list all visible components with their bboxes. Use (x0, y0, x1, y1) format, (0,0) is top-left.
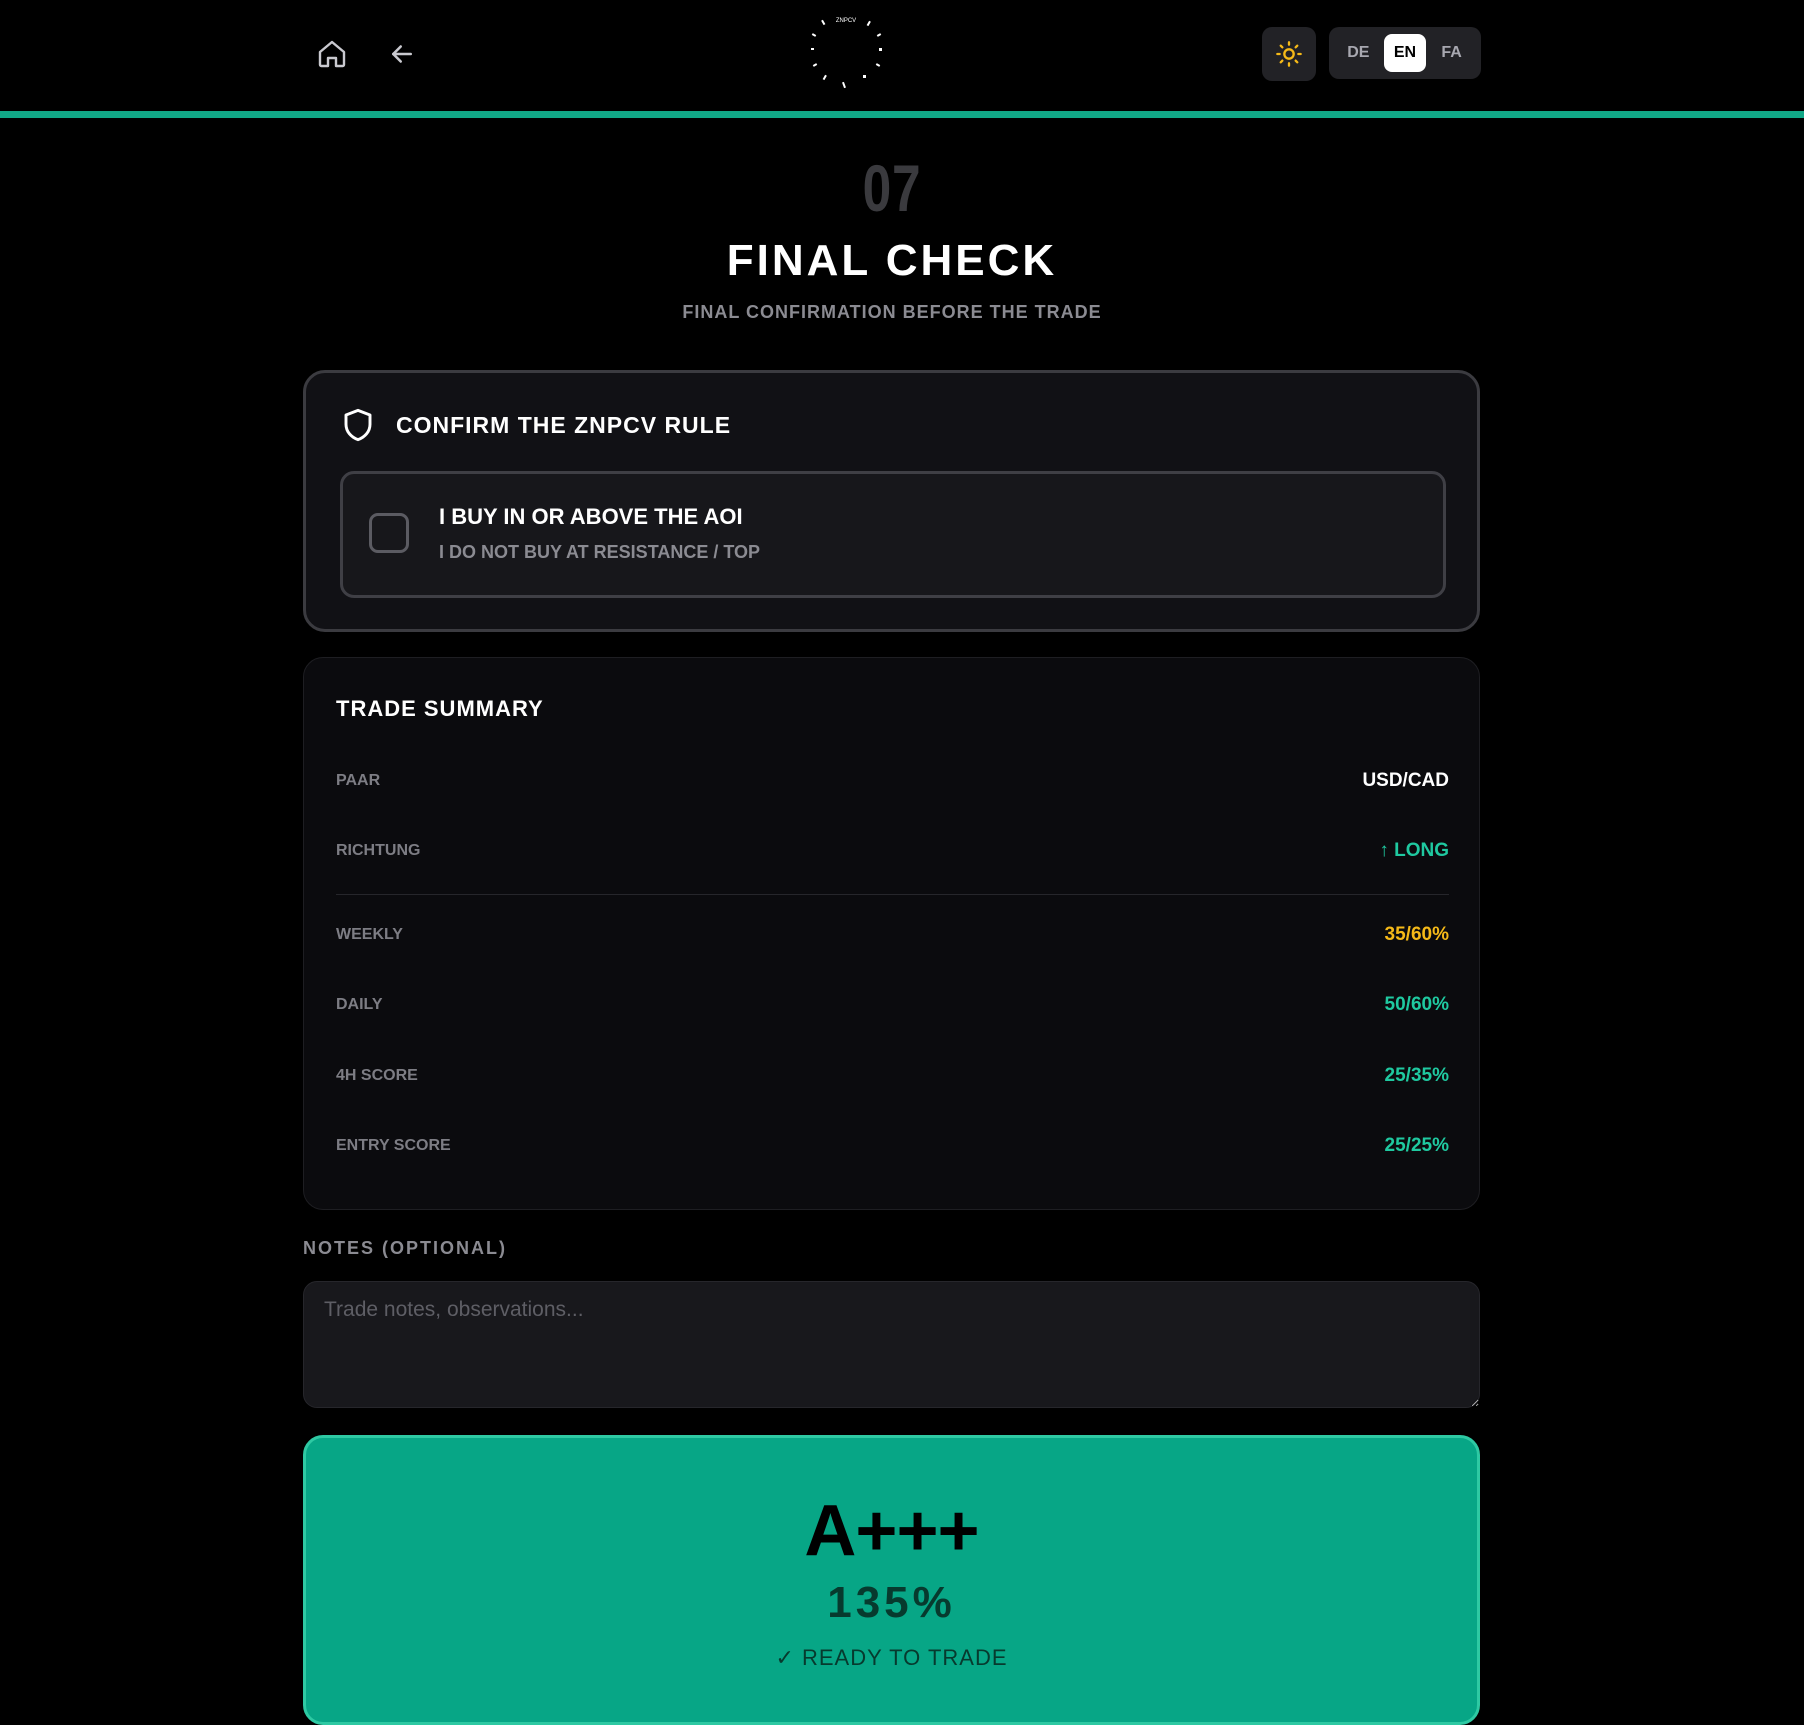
notes-label: NOTES (OPTIONAL) (303, 1238, 507, 1258)
page-title: FINAL CHECK (726, 236, 1058, 285)
page-subtitle: FINAL CONFIRMATION BEFORE THE TRADE (682, 302, 1102, 322)
confirm-rule-header: CONFIRM THE ZNPCV RULE (342, 407, 731, 443)
rule-title: I BUY IN OR ABOVE THE AOI (439, 504, 743, 529)
summary-row-direction: RICHTUNG ↑ LONG (336, 836, 1449, 866)
language-switcher: DE EN FA (1329, 27, 1481, 79)
ready-status: ✓ READY TO TRADE (775, 1645, 1008, 1670)
arrow-left-icon (392, 45, 412, 63)
trade-summary-card: TRADE SUMMARY PAAR USD/CAD RICHTUNG ↑ LO… (303, 657, 1480, 1210)
summary-label: ENTRY SCORE (336, 1137, 451, 1154)
notes-input[interactable] (303, 1281, 1480, 1408)
theme-toggle-button[interactable] (1262, 27, 1316, 81)
confirm-rule-card: CONFIRM THE ZNPCV RULE I BUY IN OR ABOVE… (303, 370, 1480, 632)
top-bar: ZNPCV DE EN FA (0, 0, 1804, 118)
trade-summary-title: TRADE SUMMARY (336, 696, 544, 721)
summary-label: RICHTUNG (336, 842, 421, 859)
summary-divider (336, 894, 1449, 895)
summary-value: USD/CAD (1362, 770, 1449, 791)
summary-row-pair: PAAR USD/CAD (336, 766, 1449, 796)
logo-text: ZNPCV (836, 18, 856, 24)
grade-value: A+++ (804, 1491, 979, 1571)
result-card: A+++ 135% ✓ READY TO TRADE (303, 1435, 1480, 1725)
language-fa[interactable]: FA (1431, 34, 1473, 72)
summary-label: WEEKLY (336, 926, 403, 943)
summary-value: 25/35% (1384, 1065, 1449, 1086)
summary-row-4h: 4H SCORE 25/35% (336, 1061, 1449, 1091)
summary-label: PAAR (336, 772, 381, 789)
confirm-rule-title: CONFIRM THE ZNPCV RULE (396, 411, 732, 438)
home-icon (318, 40, 346, 68)
score-value: 135% (827, 1578, 956, 1627)
summary-row-entry: ENTRY SCORE 25/25% (336, 1131, 1449, 1161)
rule-subtitle: I DO NOT BUY AT RESISTANCE / TOP (439, 542, 761, 562)
progress-bar (0, 111, 1804, 118)
shield-icon (344, 408, 372, 442)
summary-label: DAILY (336, 996, 383, 1013)
sun-icon (1276, 41, 1302, 67)
back-button[interactable] (380, 32, 424, 76)
step-number: 07 (862, 151, 922, 225)
summary-value: 25/25% (1384, 1135, 1449, 1156)
summary-value: ↑ LONG (1379, 840, 1449, 861)
home-button[interactable] (310, 32, 354, 76)
summary-row-daily: DAILY 50/60% (336, 990, 1449, 1020)
summary-value: 35/60% (1384, 924, 1449, 945)
rule-confirm-option[interactable]: I BUY IN OR ABOVE THE AOI I DO NOT BUY A… (340, 471, 1446, 598)
summary-row-weekly: WEEKLY 35/60% (336, 920, 1449, 950)
rule-checkbox[interactable] (369, 513, 409, 553)
summary-value: 50/60% (1384, 994, 1449, 1015)
language-en[interactable]: EN (1383, 34, 1426, 72)
summary-label: 4H SCORE (336, 1067, 418, 1084)
logo-icon: ZNPCV (811, 18, 882, 89)
language-de[interactable]: DE (1337, 34, 1379, 72)
